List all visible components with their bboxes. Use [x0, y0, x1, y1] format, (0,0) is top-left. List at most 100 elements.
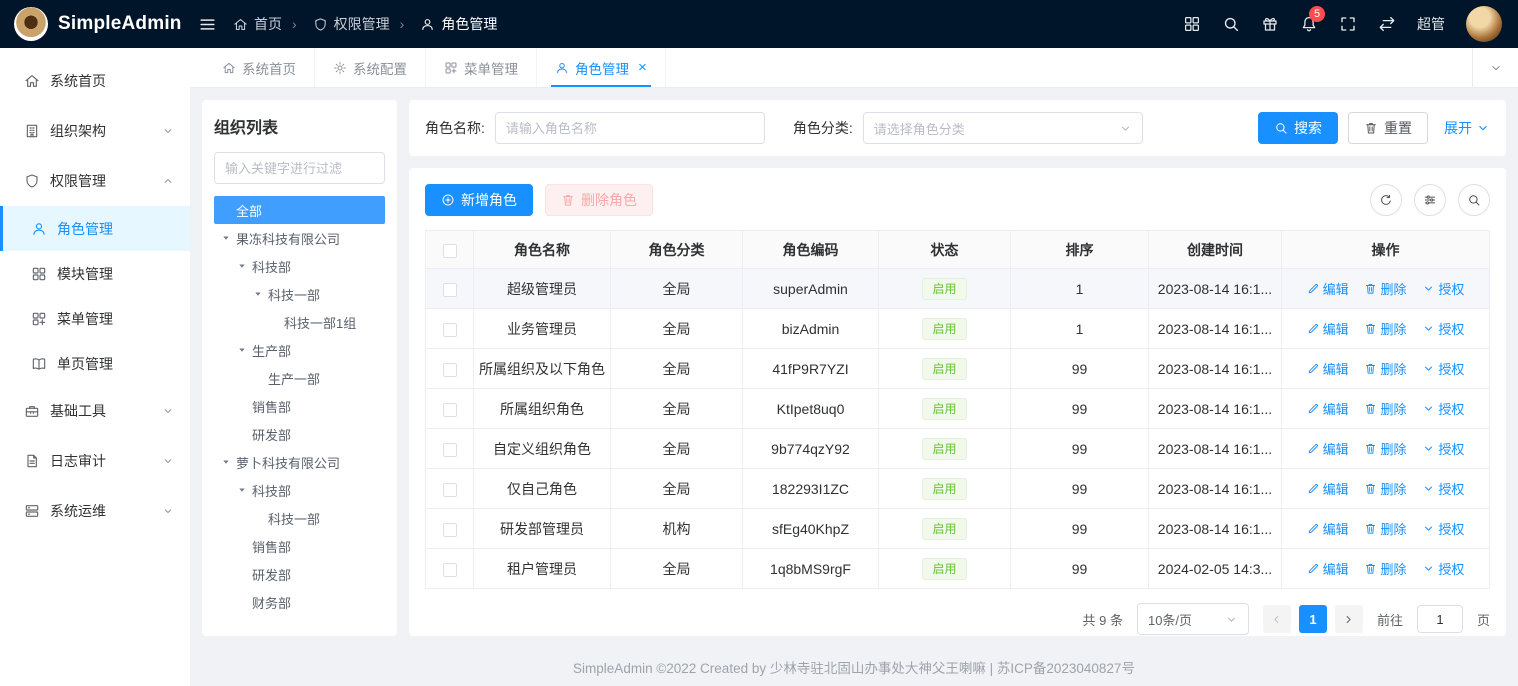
breadcrumb-item[interactable]: 首页 — [233, 14, 282, 34]
tree-node[interactable]: 科技一部 — [214, 280, 385, 308]
tab[interactable]: 系统首页 × — [204, 48, 315, 87]
goto-page-input[interactable] — [1417, 605, 1463, 633]
tree-expand-icon[interactable] — [220, 232, 232, 244]
sidebar-item[interactable]: 角色管理 — [0, 206, 190, 251]
edit-link[interactable]: 编辑 — [1307, 439, 1349, 458]
authorize-link[interactable]: 授权 — [1422, 399, 1464, 418]
tree-expand-icon[interactable] — [220, 456, 232, 468]
table-search-button[interactable] — [1458, 184, 1490, 216]
column-settings-button[interactable] — [1414, 184, 1446, 216]
edit-link[interactable]: 编辑 — [1307, 319, 1349, 338]
page-size-select[interactable]: 10条/页 — [1137, 603, 1249, 635]
gift-icon[interactable] — [1261, 15, 1279, 33]
sidebar-item[interactable]: 基础工具 — [0, 386, 190, 436]
tree-expand-icon[interactable] — [236, 260, 248, 272]
delete-link[interactable]: 删除 — [1364, 319, 1406, 338]
org-filter-input[interactable] — [214, 152, 385, 184]
tree-node[interactable]: 科技部 — [214, 476, 385, 504]
search-button[interactable]: 搜索 — [1258, 112, 1338, 144]
tree-node[interactable]: 科技部 — [214, 252, 385, 280]
tree-node[interactable]: 科技一部1组 — [214, 308, 385, 336]
sidebar-item[interactable]: 单页管理 — [0, 341, 190, 386]
sidebar-item[interactable]: 日志审计 — [0, 436, 190, 486]
authorize-link[interactable]: 授权 — [1422, 439, 1464, 458]
tab[interactable]: 菜单管理 × — [426, 48, 537, 87]
tabs-more-button[interactable] — [1472, 48, 1518, 87]
reset-button[interactable]: 重置 — [1348, 112, 1428, 144]
tab[interactable]: 系统配置 × — [315, 48, 426, 87]
tree-node[interactable]: 研发部 — [214, 420, 385, 448]
delete-link[interactable]: 删除 — [1364, 439, 1406, 458]
row-checkbox[interactable] — [443, 523, 457, 537]
sidebar-item[interactable]: 系统运维 — [0, 486, 190, 536]
chevron-icon — [162, 505, 174, 517]
delete-link[interactable]: 删除 — [1364, 479, 1406, 498]
delete-link[interactable]: 删除 — [1364, 279, 1406, 298]
delete-link[interactable]: 删除 — [1364, 559, 1406, 578]
page-number-button[interactable]: 1 — [1299, 605, 1327, 633]
username[interactable]: 超管 — [1417, 14, 1445, 34]
notification-bell-icon[interactable]: 5 — [1300, 15, 1318, 33]
sidebar-collapse-button[interactable] — [198, 15, 217, 34]
tree-node[interactable]: 萝卜科技有限公司 — [214, 448, 385, 476]
row-checkbox[interactable] — [443, 563, 457, 577]
row-checkbox[interactable] — [443, 403, 457, 417]
tree-node[interactable]: 生产一部 — [214, 364, 385, 392]
tree-node[interactable]: 财务部 — [214, 588, 385, 616]
edit-link[interactable]: 编辑 — [1307, 279, 1349, 298]
refresh-button[interactable] — [1370, 184, 1402, 216]
fullscreen-icon[interactable] — [1339, 15, 1357, 33]
sidebar-item[interactable]: 模块管理 — [0, 251, 190, 296]
edit-link[interactable]: 编辑 — [1307, 399, 1349, 418]
tree-node[interactable]: 生产部 — [214, 336, 385, 364]
sidebar-item[interactable]: 权限管理 — [0, 156, 190, 206]
edit-link[interactable]: 编辑 — [1307, 519, 1349, 538]
sidebar-item[interactable]: 系统首页 — [0, 56, 190, 106]
layout-grid-icon[interactable] — [1183, 15, 1201, 33]
prev-page-button[interactable] — [1263, 605, 1291, 633]
edit-link[interactable]: 编辑 — [1307, 559, 1349, 578]
tree-node[interactable]: 科技一部 — [214, 504, 385, 532]
tab[interactable]: 角色管理 × — [537, 48, 666, 87]
breadcrumb-item[interactable]: 角色管理 — [390, 14, 498, 34]
tree-node[interactable]: 研发部 — [214, 560, 385, 588]
search-icon[interactable] — [1222, 15, 1240, 33]
tab-close-icon[interactable]: × — [638, 60, 647, 75]
filter-bar: 角色名称: 角色分类: 请选择角色分类 搜索 重 — [409, 100, 1506, 156]
swap-icon[interactable] — [1378, 15, 1396, 33]
tree-expand-icon[interactable] — [236, 484, 248, 496]
expand-link[interactable]: 展开 — [1444, 118, 1490, 138]
tree-node[interactable]: 销售部 — [214, 392, 385, 420]
select-all-checkbox[interactable] — [443, 244, 457, 258]
delete-link[interactable]: 删除 — [1364, 399, 1406, 418]
sidebar-item[interactable]: 组织架构 — [0, 106, 190, 156]
edit-link[interactable]: 编辑 — [1307, 359, 1349, 378]
row-checkbox[interactable] — [443, 483, 457, 497]
delete-link[interactable]: 删除 — [1364, 519, 1406, 538]
authorize-link[interactable]: 授权 — [1422, 319, 1464, 338]
tree-expand-icon[interactable] — [252, 288, 264, 300]
authorize-link[interactable]: 授权 — [1422, 359, 1464, 378]
next-page-button[interactable] — [1335, 605, 1363, 633]
row-checkbox[interactable] — [443, 323, 457, 337]
tree-node[interactable]: 全部 — [214, 196, 385, 224]
row-checkbox[interactable] — [443, 283, 457, 297]
edit-link[interactable]: 编辑 — [1307, 479, 1349, 498]
delete-link[interactable]: 删除 — [1364, 359, 1406, 378]
breadcrumb-item[interactable]: 权限管理 — [282, 14, 390, 34]
authorize-link[interactable]: 授权 — [1422, 279, 1464, 298]
delete-role-button[interactable]: 删除角色 — [545, 184, 653, 216]
authorize-link[interactable]: 授权 — [1422, 519, 1464, 538]
authorize-link[interactable]: 授权 — [1422, 479, 1464, 498]
row-checkbox[interactable] — [443, 443, 457, 457]
role-category-select[interactable]: 请选择角色分类 — [863, 112, 1143, 144]
add-role-button[interactable]: 新增角色 — [425, 184, 533, 216]
authorize-link[interactable]: 授权 — [1422, 559, 1464, 578]
row-checkbox[interactable] — [443, 363, 457, 377]
role-name-input[interactable] — [495, 112, 765, 144]
sidebar-item[interactable]: 菜单管理 — [0, 296, 190, 341]
tree-expand-icon[interactable] — [236, 344, 248, 356]
user-avatar[interactable] — [1466, 6, 1502, 42]
tree-node[interactable]: 销售部 — [214, 532, 385, 560]
tree-node[interactable]: 果冻科技有限公司 — [214, 224, 385, 252]
